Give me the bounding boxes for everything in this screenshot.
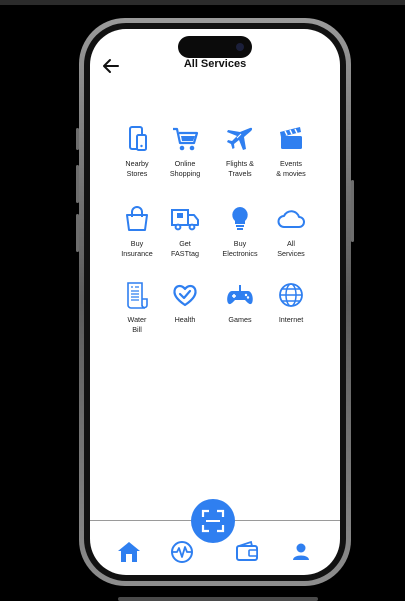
service-games[interactable]: Games: [212, 280, 268, 325]
service-get-fasttag[interactable]: Get FASTtag: [157, 204, 213, 259]
nav-activity[interactable]: [169, 539, 195, 565]
clapperboard-icon: [280, 127, 302, 149]
mute-switch: [76, 128, 79, 150]
airplane-icon: [227, 127, 253, 150]
shopping-cart-icon: [173, 127, 199, 151]
service-flights-travels[interactable]: Flights & Travels: [212, 124, 268, 179]
globe-icon: [279, 283, 303, 307]
cloud-icon: [277, 210, 305, 228]
mobile-phone-icon: [129, 126, 147, 151]
service-internet[interactable]: Internet: [263, 280, 319, 325]
shopping-bag-icon: [126, 206, 148, 231]
service-online-shopping[interactable]: Online Shopping: [157, 124, 213, 179]
service-label: Games: [228, 315, 252, 324]
delivery-truck-icon: [171, 209, 199, 231]
top-bar: [0, 0, 405, 5]
nav-profile[interactable]: [288, 539, 314, 565]
services-grid: Nearby Stores Online Shopping Flights & …: [90, 29, 340, 429]
power-button: [351, 180, 354, 242]
activity-icon: [171, 541, 193, 563]
wallet-icon: [236, 540, 258, 561]
phone-screen: All Services Nearby Stores Online Shoppi…: [90, 29, 340, 575]
user-icon: [293, 543, 309, 560]
service-all-services[interactable]: All Services: [263, 204, 319, 259]
receipt-icon: [127, 282, 148, 309]
service-label: Flights & Travels: [226, 159, 254, 178]
scan-button[interactable]: [191, 499, 235, 543]
service-label: Get FASTtag: [171, 239, 199, 258]
service-label: Internet: [278, 315, 304, 324]
service-label: Health: [174, 315, 196, 324]
service-label: Events & movies: [276, 159, 306, 178]
scan-icon: [201, 509, 225, 533]
bottom-edge: [118, 597, 318, 601]
volume-down-button: [76, 214, 79, 252]
gamepad-icon: [227, 285, 253, 305]
service-buy-electronics[interactable]: Buy Electronics: [212, 204, 268, 259]
service-label: Online Shopping: [169, 159, 201, 178]
light-bulb-icon: [232, 207, 248, 230]
nav-wallet[interactable]: [234, 539, 260, 565]
service-label: Buy Electronics: [222, 239, 258, 258]
volume-up-button: [76, 165, 79, 203]
heart-check-icon: [173, 284, 197, 307]
service-label: All Services: [277, 239, 305, 258]
nav-home[interactable]: [116, 539, 142, 565]
service-health[interactable]: Health: [157, 280, 213, 325]
home-icon: [118, 542, 140, 562]
service-events-movies[interactable]: Events & movies: [263, 124, 319, 179]
